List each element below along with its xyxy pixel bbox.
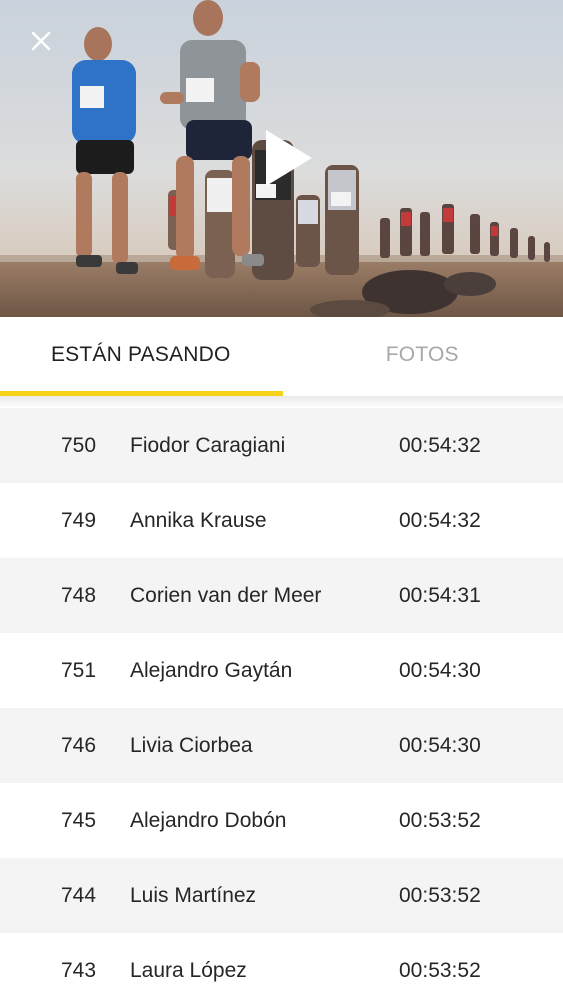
tab-fotos[interactable]: FOTOS — [282, 317, 563, 397]
close-icon — [31, 31, 51, 51]
runner-name: Luis Martínez — [130, 883, 257, 907]
runner-time: 00:53:52 — [399, 808, 481, 832]
runner-time: 00:54:30 — [399, 658, 481, 682]
list-item[interactable]: 744 Luis Martínez 00:53:52 — [0, 858, 563, 933]
list-item[interactable]: 743 Laura López 00:53:52 — [0, 933, 563, 1000]
runner-list[interactable]: 750 Fiodor Caragiani 00:54:32 749 Annika… — [0, 408, 563, 1000]
runner-name: Corien van der Meer — [130, 583, 322, 607]
play-icon — [266, 130, 312, 186]
list-item[interactable]: 746 Livia Ciorbea 00:54:30 — [0, 708, 563, 783]
play-button[interactable] — [258, 126, 316, 190]
close-button[interactable] — [24, 24, 58, 58]
list-item[interactable]: 749 Annika Krause 00:54:32 — [0, 483, 563, 558]
list-item[interactable]: 750 Fiodor Caragiani 00:54:32 — [0, 408, 563, 483]
tab-estan-pasando[interactable]: ESTÁN PASANDO — [0, 317, 282, 397]
tab-label: ESTÁN PASANDO — [50, 343, 231, 366]
runner-name: Annika Krause — [130, 508, 267, 532]
runner-name: Fiodor Caragiani — [130, 433, 286, 457]
runner-bib: 749 — [61, 508, 97, 532]
runner-time: 00:53:52 — [399, 883, 481, 907]
runner-name: Livia Ciorbea — [130, 733, 253, 757]
runner-time: 00:54:31 — [399, 583, 481, 607]
runner-bib: 746 — [61, 733, 97, 757]
list-item[interactable]: 751 Alejandro Gaytán 00:54:30 — [0, 633, 563, 708]
video-player[interactable] — [0, 0, 563, 317]
runner-time: 00:54:32 — [399, 508, 481, 532]
runner-time: 00:54:30 — [399, 733, 481, 757]
runner-bib: 743 — [61, 958, 97, 982]
runner-name: Alejandro Dobón — [130, 808, 287, 832]
runner-bib: 748 — [61, 583, 97, 607]
runner-bib: 750 — [61, 433, 97, 457]
runner-time: 00:53:52 — [399, 958, 481, 982]
runner-bib: 745 — [61, 808, 97, 832]
runner-bib: 744 — [61, 883, 97, 907]
runner-bib: 751 — [61, 658, 97, 682]
tab-bar: ESTÁN PASANDO FOTOS — [0, 317, 563, 397]
list-item[interactable]: 745 Alejandro Dobón 00:53:52 — [0, 783, 563, 858]
runner-name: Laura López — [130, 958, 247, 982]
runner-time: 00:54:32 — [399, 433, 481, 457]
tab-label: FOTOS — [385, 343, 459, 366]
runner-name: Alejandro Gaytán — [130, 658, 293, 682]
tab-divider — [0, 396, 563, 408]
list-item[interactable]: 748 Corien van der Meer 00:54:31 — [0, 558, 563, 633]
